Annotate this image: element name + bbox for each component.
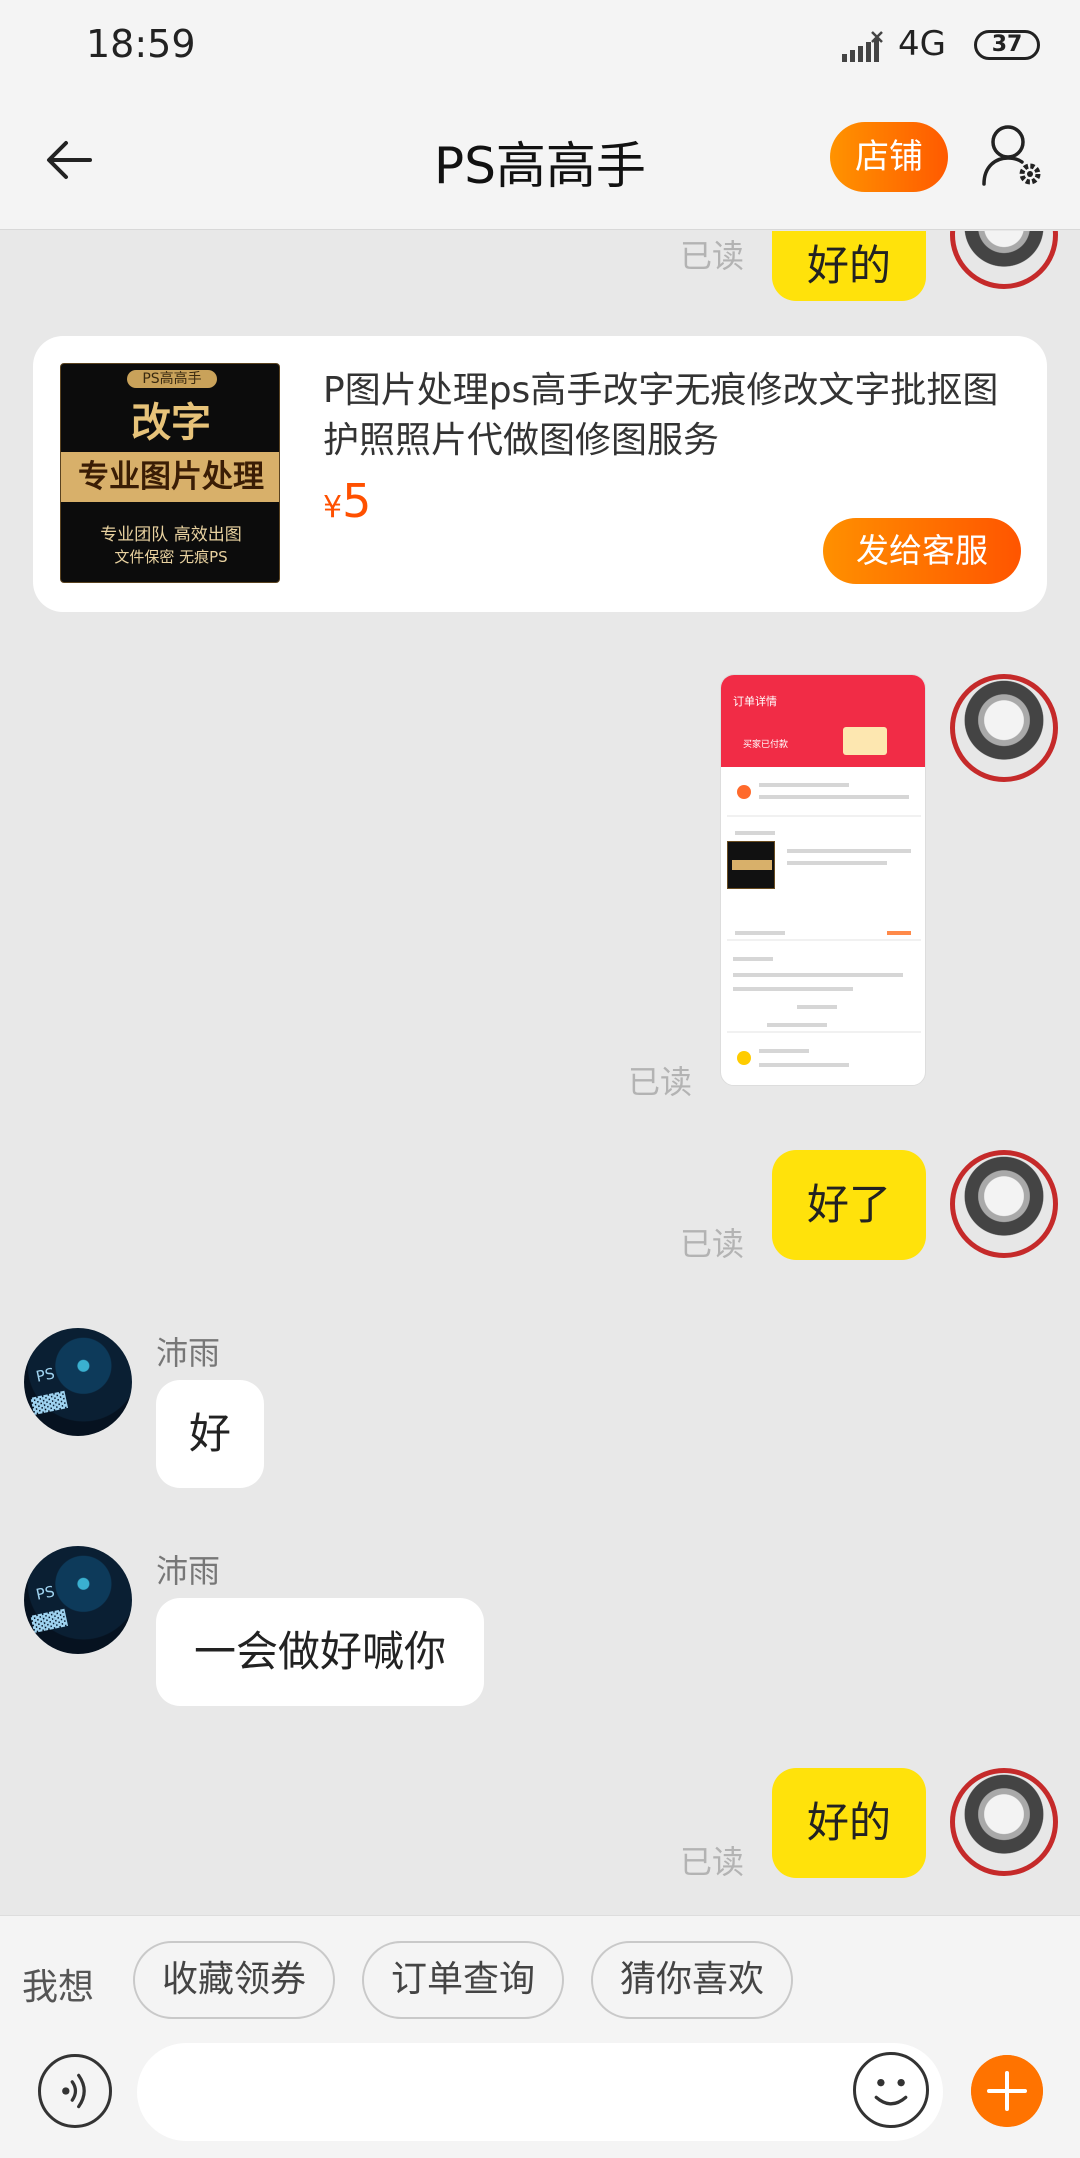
- screenshot-text-line: [767, 1023, 827, 1027]
- product-image-line1: 专业团队 高效出图: [100, 525, 242, 545]
- screenshot-header: 订单详情 买家已付款: [721, 675, 925, 767]
- voice-icon[interactable]: [38, 2054, 112, 2128]
- screenshot-thumbnail: [727, 841, 775, 889]
- screenshot-image-message[interactable]: 订单详情 买家已付款: [720, 674, 926, 1086]
- product-image-tag: PS高高手: [127, 370, 217, 388]
- my-avatar[interactable]: [950, 674, 1058, 782]
- screenshot-text-line: [733, 957, 773, 961]
- my-avatar[interactable]: [950, 1150, 1058, 1258]
- message-bubble-mine[interactable]: 好了: [772, 1150, 926, 1260]
- read-receipt: 已读: [680, 1225, 745, 1263]
- price-value: 5: [342, 474, 372, 528]
- product-image-headline: 改字: [131, 400, 211, 446]
- screenshot-text-line: [759, 1063, 849, 1067]
- my-avatar[interactable]: [950, 231, 1058, 289]
- avatar-art: ▓▓▓: [30, 1390, 69, 1416]
- contact-avatar[interactable]: PS ▓▓▓: [24, 1546, 132, 1654]
- product-image-line2: 文件保密 无痕PS: [114, 548, 228, 566]
- message-input[interactable]: [137, 2043, 943, 2141]
- screenshot-text-line: [733, 973, 903, 977]
- read-receipt: 已读: [628, 1063, 693, 1101]
- quick-reply-label: 我想: [22, 1967, 95, 2008]
- screenshot-price-line: [887, 931, 911, 935]
- screenshot-text-line: [759, 795, 909, 799]
- chat-area[interactable]: 好的 已读 PS高高手 改字 专业图片处理 专业团队 高效出图 文件保密 无痕P…: [0, 231, 1080, 1915]
- input-bar: 我想 收藏领券 订单查询 猜你喜欢: [0, 1915, 1080, 2158]
- status-time: 18:59: [86, 22, 196, 66]
- screenshot-text-line: [797, 1005, 837, 1009]
- product-price: ¥5: [323, 474, 371, 528]
- read-receipt: 已读: [680, 237, 745, 275]
- chat-header: PS高高手 店铺: [0, 92, 1080, 230]
- screenshot-text-line: [735, 831, 775, 835]
- screenshot-order-row: [727, 947, 921, 1033]
- screenshot-box-graphic: [843, 727, 887, 755]
- send-to-service-button[interactable]: 发给客服: [823, 518, 1021, 584]
- user-settings-icon[interactable]: [980, 122, 1044, 188]
- signal-icon: [842, 31, 883, 62]
- screenshot-text-line: [787, 849, 911, 853]
- product-title[interactable]: P图片处理ps高手改字无痕修改文字批抠图护照照片代做图修图服务: [323, 366, 1023, 466]
- avatar-art: PS: [34, 1364, 57, 1386]
- product-image[interactable]: PS高高手 改字 专业图片处理 专业团队 高效出图 文件保密 无痕PS: [60, 363, 280, 583]
- message-bubble-other[interactable]: 好: [156, 1380, 264, 1488]
- battery-indicator: 37: [974, 30, 1040, 60]
- screenshot-title: 订单详情: [733, 695, 777, 708]
- status-bar: 18:59 4G 37: [0, 0, 1080, 92]
- shop-icon: [737, 1051, 751, 1065]
- product-image-band: 专业图片处理: [61, 452, 279, 502]
- chip-collect-coupon[interactable]: 收藏领券: [133, 1941, 335, 2019]
- thumbnail-band: [732, 860, 772, 870]
- screenshot-address-row: [727, 771, 921, 817]
- chip-guess-you-like[interactable]: 猜你喜欢: [591, 1941, 793, 2019]
- emoji-icon[interactable]: [853, 2052, 929, 2128]
- sender-name: 沛雨: [156, 1334, 221, 1372]
- message-bubble-partial[interactable]: 好的: [772, 231, 926, 301]
- message-bubble-mine[interactable]: 好的: [772, 1768, 926, 1878]
- read-receipt: 已读: [680, 1843, 745, 1881]
- price-currency: ¥: [323, 490, 343, 525]
- screenshot-status: 买家已付款: [743, 740, 789, 750]
- screenshot-text-line: [787, 861, 887, 865]
- screenshot-text-line: [733, 987, 853, 991]
- message-bubble-other[interactable]: 一会做好喊你: [156, 1598, 484, 1706]
- sender-name: 沛雨: [156, 1552, 221, 1590]
- plus-icon[interactable]: [971, 2055, 1043, 2127]
- avatar-art: PS: [34, 1582, 57, 1604]
- product-card[interactable]: PS高高手 改字 专业图片处理 专业团队 高效出图 文件保密 无痕PS P图片处…: [33, 336, 1047, 612]
- contact-avatar[interactable]: PS ▓▓▓: [24, 1328, 132, 1436]
- network-label: 4G: [898, 24, 946, 64]
- chip-order-query[interactable]: 订单查询: [362, 1941, 564, 2019]
- avatar-art: ▓▓▓: [30, 1608, 69, 1634]
- screenshot-shop-row: [727, 1037, 921, 1085]
- screenshot-text-line: [759, 783, 849, 787]
- screenshot-text-line: [735, 931, 785, 935]
- screenshot-text-line: [759, 1049, 809, 1053]
- location-icon: [737, 785, 751, 799]
- shop-button[interactable]: 店铺: [830, 122, 948, 192]
- my-avatar[interactable]: [950, 1768, 1058, 1876]
